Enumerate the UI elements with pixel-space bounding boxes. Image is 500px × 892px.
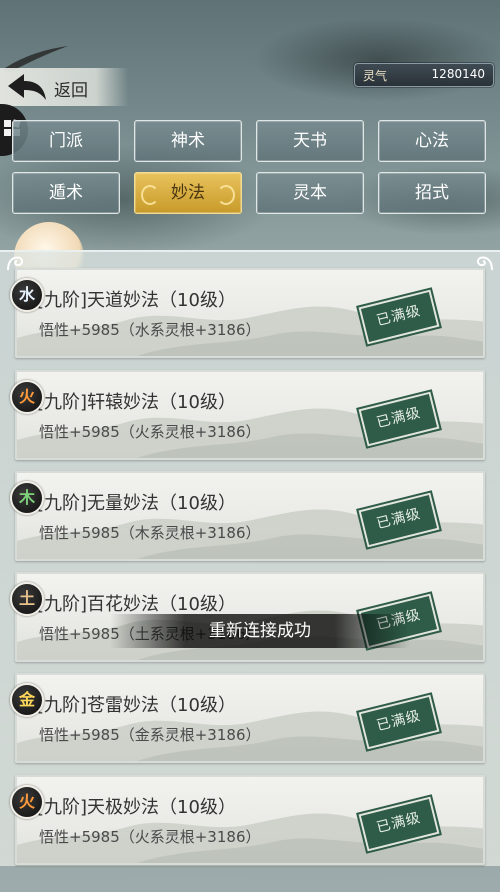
tab-tianshu[interactable]: 天书 <box>256 120 364 162</box>
back-label[interactable]: 返回 <box>54 76 88 101</box>
tab-menpai[interactable]: 门派 <box>12 120 120 162</box>
skill-card[interactable]: [九阶]苍雷妙法（10级） 悟性+5985（金系灵根+3186） 已满级 <box>15 673 485 763</box>
tab-miaofa[interactable]: 妙法 <box>134 172 242 214</box>
skill-stats: 悟性+5985（水系灵根+3186） <box>39 321 261 339</box>
currency-name: 灵气 <box>363 69 388 83</box>
currency-value: 1280140 <box>431 67 485 81</box>
element-badge-icon: 水 <box>10 278 44 312</box>
tab-lingben[interactable]: 灵本 <box>256 172 364 214</box>
skill-title: [九阶]百花妙法（10级） <box>37 594 236 615</box>
reconnect-toast: 重新连接成功 <box>110 614 410 648</box>
back-arrow-icon[interactable] <box>6 72 48 102</box>
tab-dunshu[interactable]: 遁术 <box>12 172 120 214</box>
element-badge-icon: 木 <box>10 481 44 515</box>
currency-display: 灵气 1280140 <box>354 63 494 87</box>
skill-title: [九阶]天极妙法（10级） <box>37 797 236 818</box>
element-badge-icon: 金 <box>10 683 44 717</box>
skill-card[interactable]: [九阶]轩辕妙法（10级） 悟性+5985（火系灵根+3186） 已满级 <box>15 370 485 460</box>
element-badge-icon: 土 <box>10 582 44 616</box>
skill-card[interactable]: [九阶]天道妙法（10级） 悟性+5985（水系灵根+3186） 已满级 <box>15 268 485 358</box>
skill-stats: 悟性+5985（火系灵根+3186） <box>39 423 261 441</box>
skill-stats: 悟性+5985（火系灵根+3186） <box>39 828 261 846</box>
tab-shenshu[interactable]: 神术 <box>134 120 242 162</box>
skill-card[interactable]: [九阶]天极妙法（10级） 悟性+5985（火系灵根+3186） 已满级 <box>15 775 485 865</box>
skill-stats: 悟性+5985（金系灵根+3186） <box>39 726 261 744</box>
skill-title: [九阶]无量妙法（10级） <box>37 493 236 514</box>
tab-xinfa[interactable]: 心法 <box>378 120 486 162</box>
skill-stats: 悟性+5985（木系灵根+3186） <box>39 524 261 542</box>
tab-zhaoshi[interactable]: 招式 <box>378 172 486 214</box>
skill-title: [九阶]苍雷妙法（10级） <box>37 695 236 716</box>
skill-card[interactable]: [九阶]无量妙法（10级） 悟性+5985（木系灵根+3186） 已满级 <box>15 471 485 561</box>
element-badge-icon: 火 <box>10 785 44 819</box>
element-badge-icon: 火 <box>10 380 44 414</box>
skill-title: [九阶]天道妙法（10级） <box>37 290 236 311</box>
skill-title: [九阶]轩辕妙法（10级） <box>37 392 236 413</box>
